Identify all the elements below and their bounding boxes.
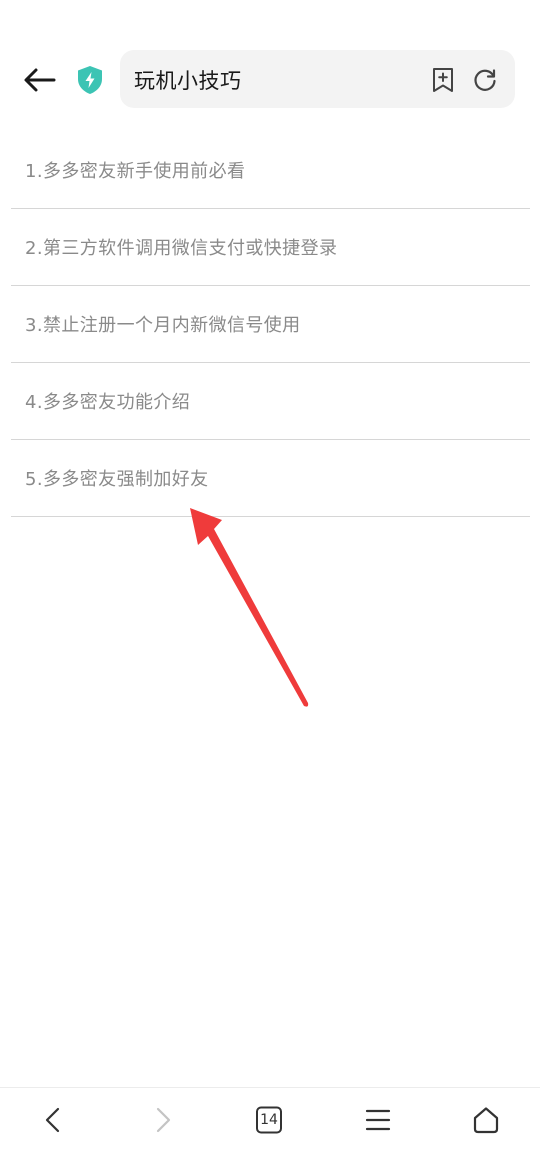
list-item-3[interactable]: 3.禁止注册一个月内新微信号使用 <box>11 286 530 363</box>
refresh-button[interactable] <box>472 67 498 93</box>
back-arrow-icon <box>24 68 56 92</box>
tab-count: 14 <box>260 1112 278 1128</box>
refresh-icon <box>474 69 496 91</box>
annotation-arrow-icon <box>190 508 309 707</box>
home-icon <box>473 1107 499 1134</box>
list-item-label: 2.第三方软件调用微信支付或快捷登录 <box>25 238 338 259</box>
bottom-nav-bar: 14 <box>0 1087 540 1170</box>
menu-icon <box>365 1109 391 1131</box>
chevron-right-icon <box>156 1107 171 1133</box>
article-list: 1.多多密友新手使用前必看 2.第三方软件调用微信支付或快捷登录 3.禁止注册一… <box>11 132 530 517</box>
back-button[interactable] <box>20 64 60 96</box>
list-item-label: 4.多多密友功能介绍 <box>25 392 191 413</box>
tabs-button[interactable]: 14 <box>249 1100 289 1140</box>
menu-button[interactable] <box>358 1100 398 1140</box>
address-bar[interactable]: 玩机小技巧 <box>120 50 515 108</box>
chevron-left-icon <box>45 1107 60 1133</box>
top-bar: 玩机小技巧 <box>0 50 540 110</box>
list-item-1[interactable]: 1.多多密友新手使用前必看 <box>11 132 530 209</box>
list-item-label: 3.禁止注册一个月内新微信号使用 <box>25 315 301 336</box>
security-shield-icon[interactable] <box>76 65 104 95</box>
nav-back-button[interactable] <box>33 1100 73 1140</box>
home-button[interactable] <box>466 1100 506 1140</box>
page-title: 玩机小技巧 <box>134 69 242 93</box>
nav-forward-button[interactable] <box>143 1100 183 1140</box>
list-item-2[interactable]: 2.第三方软件调用微信支付或快捷登录 <box>11 209 530 286</box>
list-item-4[interactable]: 4.多多密友功能介绍 <box>11 363 530 440</box>
list-item-label: 5.多多密友强制加好友 <box>25 469 209 490</box>
add-bookmark-icon <box>433 68 453 92</box>
add-bookmark-button[interactable] <box>431 67 455 93</box>
list-item-label: 1.多多密友新手使用前必看 <box>25 161 246 182</box>
